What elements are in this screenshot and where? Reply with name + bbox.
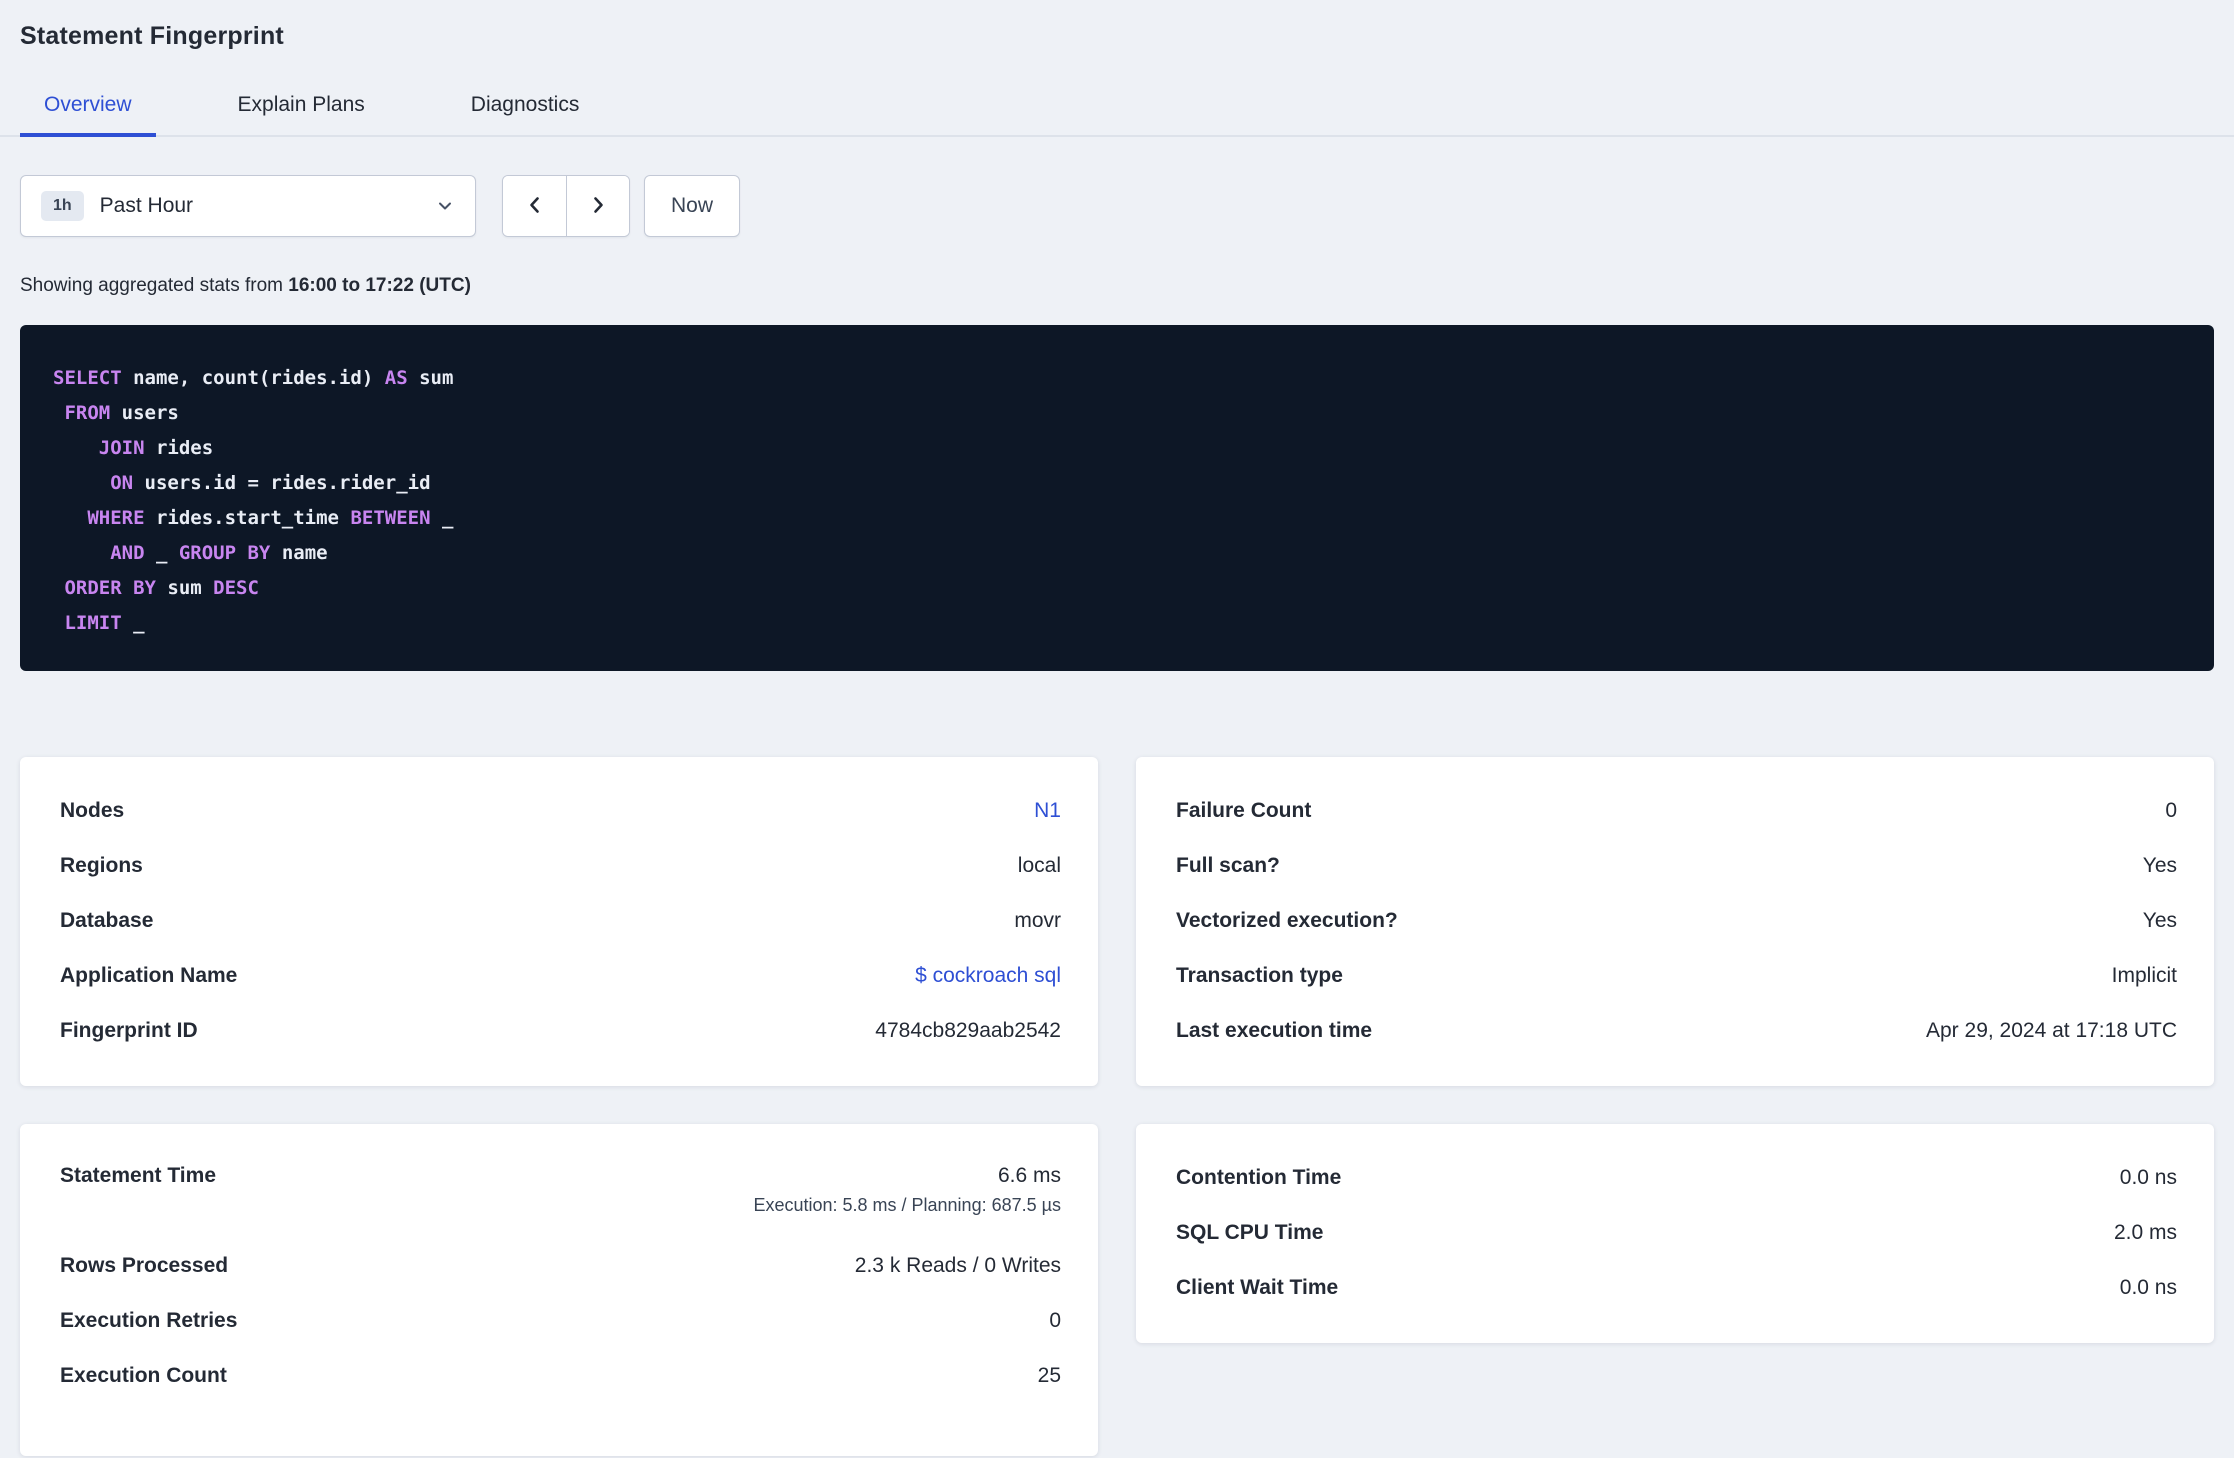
interval-label: Past Hour xyxy=(99,194,194,217)
last-execution-time-row: Last execution time Apr 29, 2024 at 17:1… xyxy=(1176,1003,2177,1058)
row-label: SQL CPU Time xyxy=(1176,1220,1324,1244)
application-name-link[interactable]: $ cockroach sql xyxy=(915,964,1061,988)
row-label: Regions xyxy=(60,853,143,877)
execution-count-row: Execution Count 25 xyxy=(60,1348,1061,1403)
chevron-down-icon xyxy=(435,196,455,216)
row-label: Execution Count xyxy=(60,1363,227,1387)
tab-overview[interactable]: Overview xyxy=(20,81,156,137)
time-controls: 1h Past Hour Now xyxy=(20,175,2214,237)
sql-statement: SELECT name, count(rides.id) AS sum FROM… xyxy=(20,325,2214,671)
tab-explain-plans[interactable]: Explain Plans xyxy=(214,81,389,137)
failure-count-row: Failure Count 0 xyxy=(1176,783,2177,838)
stats-time-range: 16:00 to 17:22 (UTC) xyxy=(288,275,471,296)
row-label: Client Wait Time xyxy=(1176,1275,1339,1299)
time-interval-dropdown[interactable]: 1h Past Hour xyxy=(20,175,476,237)
chevron-left-icon xyxy=(524,194,546,219)
stats-line-prefix: Showing aggregated stats from xyxy=(20,275,289,296)
statement-details-card: Nodes N1 Regions local Database movr App… xyxy=(20,757,1098,1086)
row-label: Transaction type xyxy=(1176,963,1343,987)
row-label: Vectorized execution? xyxy=(1176,908,1398,932)
sql-cpu-time-value: 2.0 ms xyxy=(2113,1220,2177,1244)
regions-row: Regions local xyxy=(60,838,1061,893)
row-label: Statement Time xyxy=(60,1164,216,1187)
rows-processed-row: Rows Processed 2.3 k Reads / 0 Writes xyxy=(60,1238,1061,1293)
transaction-type-row: Transaction type Implicit xyxy=(1176,948,2177,1003)
fingerprint-id-row: Fingerprint ID 4784cb829aab2542 xyxy=(60,1003,1061,1058)
prev-interval-button[interactable] xyxy=(503,176,566,236)
row-label: Execution Retries xyxy=(60,1308,238,1332)
vectorized-execution-row: Vectorized execution? Yes xyxy=(1176,893,2177,948)
row-label: Full scan? xyxy=(1176,853,1280,877)
row-label: Application Name xyxy=(60,963,238,987)
transaction-type-value: Implicit xyxy=(2111,963,2177,987)
statement-fingerprint-page: Statement Fingerprint Overview Explain P… xyxy=(0,0,2234,1456)
execution-retries-value: 0 xyxy=(1049,1308,1061,1332)
page-title: Statement Fingerprint xyxy=(20,22,284,50)
row-label: Fingerprint ID xyxy=(60,1018,198,1042)
interval-badge: 1h xyxy=(41,191,84,221)
timing-cards-row: Statement Time 6.6 ms Execution: 5.8 ms … xyxy=(20,1124,2214,1456)
sql-cpu-time-row: SQL CPU Time 2.0 ms xyxy=(1176,1205,2177,1260)
last-execution-time-value: Apr 29, 2024 at 17:18 UTC xyxy=(1926,1018,2177,1042)
vectorized-execution-value: Yes xyxy=(2142,908,2177,932)
overview-cards-row: Nodes N1 Regions local Database movr App… xyxy=(20,757,2214,1086)
tab-bar: Overview Explain Plans Diagnostics xyxy=(0,81,2234,137)
statement-time-row: Statement Time 6.6 ms Execution: 5.8 ms … xyxy=(60,1150,1061,1238)
next-interval-button[interactable] xyxy=(566,176,629,236)
database-value: movr xyxy=(1014,908,1061,932)
row-label: Failure Count xyxy=(1176,798,1312,822)
fingerprint-id-value: 4784cb829aab2542 xyxy=(875,1018,1061,1042)
aggregated-stats-line: Showing aggregated stats from 16:00 to 1… xyxy=(20,275,2214,297)
application-name-row: Application Name $ cockroach sql xyxy=(60,948,1061,1003)
statement-time-value: 6.6 ms xyxy=(997,1164,1061,1187)
failure-count-value: 0 xyxy=(2165,798,2177,822)
database-row: Database movr xyxy=(60,893,1061,948)
statement-time-breakdown: Execution: 5.8 ms / Planning: 687.5 µs xyxy=(753,1195,1061,1215)
regions-value: local xyxy=(1017,853,1061,877)
statement-time-values: 6.6 ms Execution: 5.8 ms / Planning: 687… xyxy=(753,1164,1061,1216)
wait-time-card: Contention Time 0.0 ns SQL CPU Time 2.0 … xyxy=(1136,1124,2214,1343)
full-scan-row: Full scan? Yes xyxy=(1176,838,2177,893)
nodes-value-link[interactable]: N1 xyxy=(1034,799,1061,823)
row-label: Database xyxy=(60,908,154,932)
interval-step-buttons xyxy=(502,175,630,237)
client-wait-time-row: Client Wait Time 0.0 ns xyxy=(1176,1260,2177,1315)
full-scan-value: Yes xyxy=(2142,853,2177,877)
execution-attributes-card: Failure Count 0 Full scan? Yes Vectorize… xyxy=(1136,757,2214,1086)
statement-timing-card: Statement Time 6.6 ms Execution: 5.8 ms … xyxy=(20,1124,1098,1456)
nodes-row: Nodes N1 xyxy=(60,783,1061,838)
contention-time-row: Contention Time 0.0 ns xyxy=(1176,1150,2177,1205)
now-button[interactable]: Now xyxy=(644,175,741,237)
contention-time-value: 0.0 ns xyxy=(2119,1165,2177,1189)
row-label: Contention Time xyxy=(1176,1165,1342,1189)
chevron-right-icon xyxy=(587,194,609,219)
client-wait-time-value: 0.0 ns xyxy=(2119,1275,2177,1299)
execution-retries-row: Execution Retries 0 xyxy=(60,1293,1061,1348)
execution-count-value: 25 xyxy=(1037,1363,1061,1387)
row-label: Rows Processed xyxy=(60,1253,229,1277)
rows-processed-value: 2.3 k Reads / 0 Writes xyxy=(854,1253,1061,1277)
tab-diagnostics[interactable]: Diagnostics xyxy=(447,81,604,137)
row-label: Last execution time xyxy=(1176,1018,1373,1042)
row-label: Nodes xyxy=(60,798,125,822)
